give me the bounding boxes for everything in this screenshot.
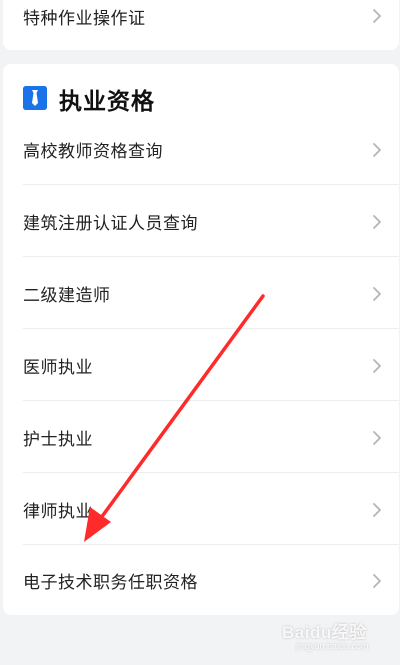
divider bbox=[23, 328, 399, 329]
list-item-university-teacher[interactable]: 高校教师资格查询 bbox=[3, 114, 399, 185]
list-item-label: 护士执业 bbox=[23, 430, 93, 450]
chevron-right-icon bbox=[373, 286, 381, 301]
tie-icon bbox=[23, 86, 47, 110]
chevron-right-icon bbox=[373, 502, 381, 517]
chevron-right-icon bbox=[373, 358, 381, 373]
section-title: 执业资格 bbox=[59, 89, 155, 115]
list-item-label: 二级建造师 bbox=[23, 286, 111, 306]
top-card: 特种作业操作证 bbox=[3, 0, 399, 50]
chevron-right-icon bbox=[373, 573, 381, 588]
chevron-right-icon bbox=[373, 9, 381, 23]
list-item-label: 高校教师资格查询 bbox=[23, 142, 163, 162]
divider bbox=[23, 400, 399, 401]
chevron-right-icon bbox=[373, 214, 381, 229]
list-item-lawyer[interactable]: 律师执业 bbox=[3, 474, 399, 545]
list-item-label: 律师执业 bbox=[23, 502, 93, 522]
watermark-logo: Baidu经验 bbox=[282, 623, 367, 642]
list-item-construction-registered[interactable]: 建筑注册认证人员查询 bbox=[3, 186, 399, 257]
list-item-label: 医师执业 bbox=[23, 358, 93, 378]
list-item-label: 特种作业操作证 bbox=[23, 8, 146, 29]
list-item-special-operation-cert[interactable]: 特种作业操作证 bbox=[3, 0, 399, 32]
divider bbox=[23, 184, 399, 185]
list-item-physician[interactable]: 医师执业 bbox=[3, 330, 399, 401]
divider bbox=[23, 472, 399, 473]
list-item-nurse[interactable]: 护士执业 bbox=[3, 402, 399, 473]
list-item-second-class-constructor[interactable]: 二级建造师 bbox=[3, 258, 399, 329]
qualification-card: 执业资格 高校教师资格查询 建筑注册认证人员查询 二级建造师 医师执业 护士执业 bbox=[3, 64, 399, 615]
chevron-right-icon bbox=[373, 430, 381, 445]
divider bbox=[23, 256, 399, 257]
list-item-electronic-tech-title[interactable]: 电子技术职务任职资格 bbox=[3, 545, 399, 616]
watermark-url: jingyan.baidu.com bbox=[296, 641, 369, 651]
list-item-label: 建筑注册认证人员查询 bbox=[23, 214, 198, 234]
chevron-right-icon bbox=[373, 142, 381, 157]
list-item-label: 电子技术职务任职资格 bbox=[23, 573, 198, 593]
